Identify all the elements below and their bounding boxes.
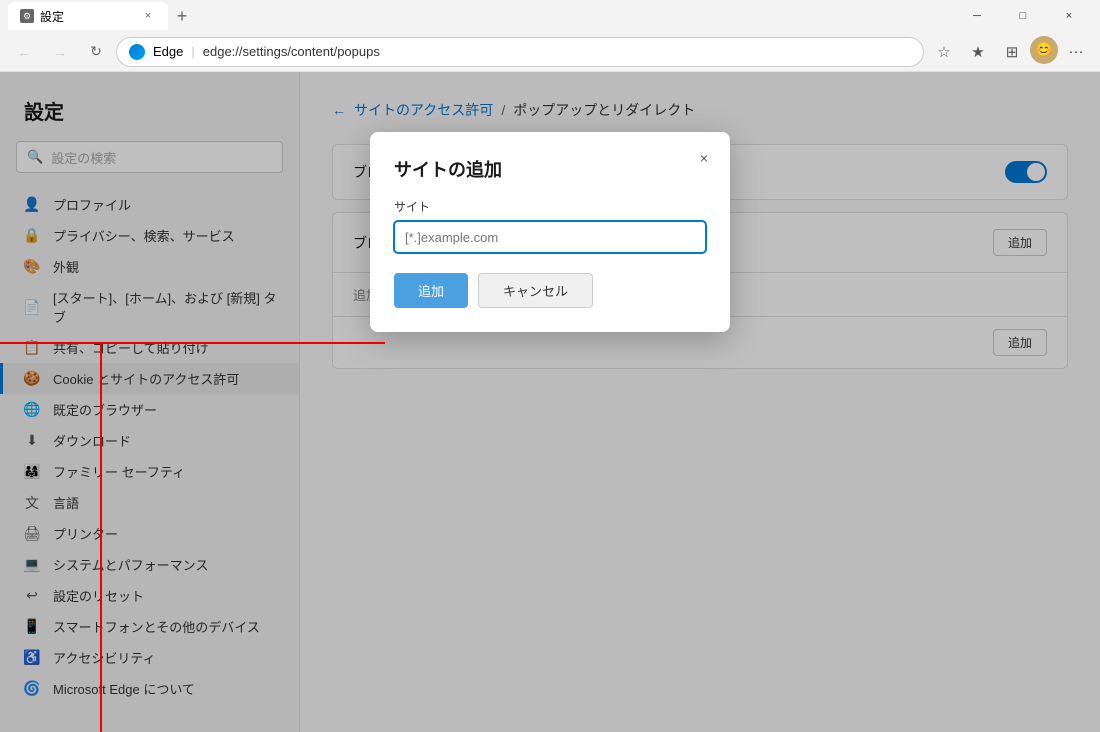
collections-icon[interactable]: ⊞ xyxy=(996,36,1028,68)
close-window-button[interactable]: × xyxy=(1046,0,1092,32)
dialog-add-button[interactable]: 追加 xyxy=(394,273,468,308)
dialog-cancel-button[interactable]: キャンセル xyxy=(478,273,593,308)
settings-tab-icon: ⚙ xyxy=(20,9,34,23)
dialog-actions: 追加 キャンセル xyxy=(394,273,706,308)
add-site-dialog: サイトの追加 × サイト 追加 キャンセル xyxy=(370,132,730,332)
site-label: サイト xyxy=(394,198,706,215)
maximize-button[interactable]: □ xyxy=(1000,0,1046,32)
new-tab-button[interactable]: + xyxy=(168,2,196,30)
window-controls: ─ □ × xyxy=(954,0,1092,32)
tab-title: 設定 xyxy=(40,8,64,25)
dialog-title: サイトの追加 xyxy=(394,156,706,182)
site-input[interactable] xyxy=(394,221,706,253)
favorites-icon[interactable]: ☆ xyxy=(928,36,960,68)
modal-overlay: サイトの追加 × サイト 追加 キャンセル xyxy=(0,72,1100,732)
close-tab-button[interactable]: × xyxy=(140,8,156,24)
dialog-close-button[interactable]: × xyxy=(690,144,718,172)
address-brand: Edge xyxy=(153,44,183,59)
back-button[interactable]: ← xyxy=(8,36,40,68)
main-area: 設定 🔍 設定の検索 👤 プロファイル 🔒 プライバシー、検索、サービス 🎨 外… xyxy=(0,72,1100,732)
reading-list-icon[interactable]: ★ xyxy=(962,36,994,68)
address-separator: | xyxy=(191,44,194,59)
more-button[interactable]: ··· xyxy=(1060,36,1092,68)
tab-settings[interactable]: ⚙ 設定 × xyxy=(8,2,168,30)
address-bar[interactable]: Edge | edge://settings/content/popups xyxy=(116,37,924,67)
edge-logo-icon xyxy=(129,44,145,60)
url-text: edge://settings/content/popups xyxy=(203,44,380,59)
titlebar: ⚙ 設定 × + ─ □ × xyxy=(0,0,1100,32)
minimize-button[interactable]: ─ xyxy=(954,0,1000,32)
profile-avatar[interactable]: 😊 xyxy=(1030,36,1058,64)
toolbar: ← → ↻ Edge | edge://settings/content/pop… xyxy=(0,32,1100,72)
forward-button[interactable]: → xyxy=(44,36,76,68)
refresh-button[interactable]: ↻ xyxy=(80,36,112,68)
toolbar-actions: ☆ ★ ⊞ 😊 ··· xyxy=(928,36,1092,68)
